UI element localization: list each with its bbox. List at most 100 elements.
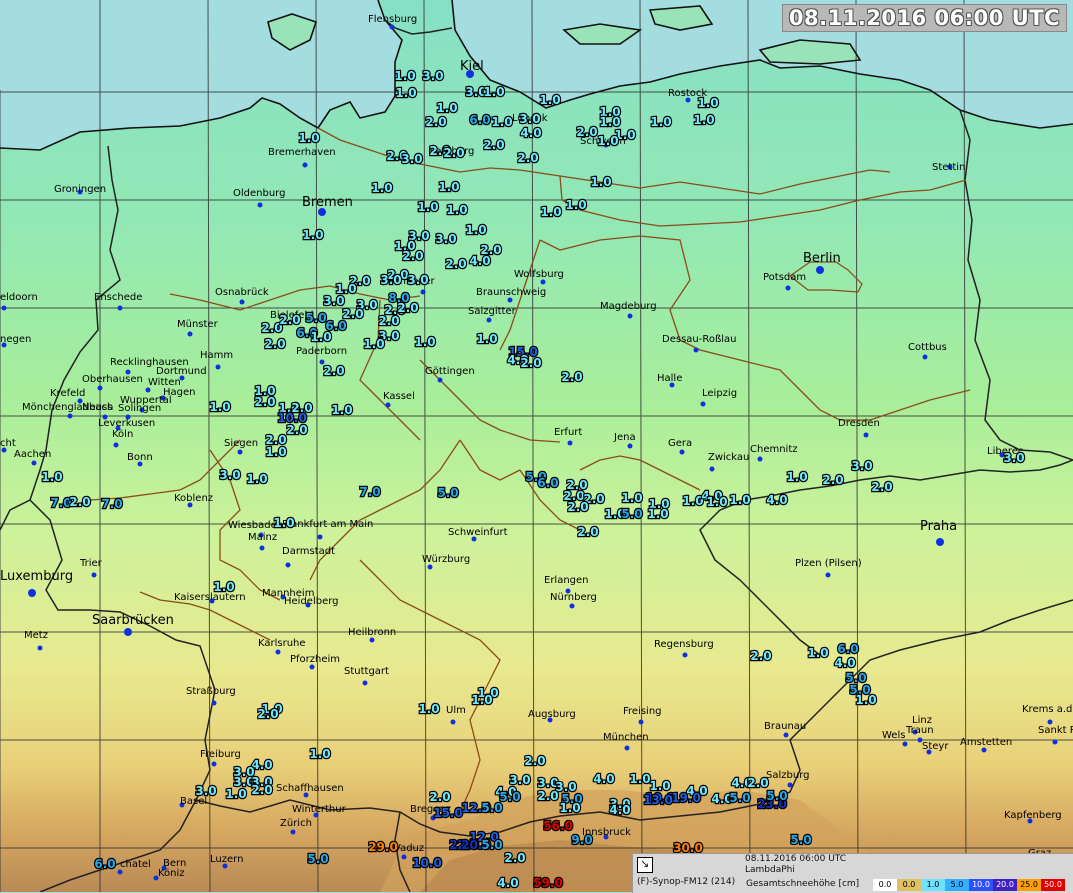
city-marker <box>567 440 573 446</box>
snow-depth-value: 1.0 <box>590 175 611 189</box>
city-marker <box>91 572 97 578</box>
city-marker <box>77 398 83 404</box>
city-label: Trier <box>79 558 103 569</box>
city-label: Jena <box>613 432 636 443</box>
snow-depth-value: 2.0 <box>254 395 275 409</box>
city-label: Wels <box>882 730 905 741</box>
city-label: Karlsruhe <box>258 638 306 649</box>
city-label: Pforzheim <box>290 654 340 665</box>
snow-depth-value: 1.0 <box>438 180 459 194</box>
city-marker <box>211 700 217 706</box>
snow-depth-value: 56.0 <box>543 819 573 833</box>
city-label: Salzgitter <box>468 306 517 317</box>
city-label: Kassel <box>383 391 415 402</box>
city-label: Darmstadt <box>282 546 335 557</box>
snow-depth-value: 1.0 <box>310 330 331 344</box>
snow-depth-value: 4.0 <box>834 656 855 670</box>
snow-depth-value: 1.0 <box>446 203 467 217</box>
snow-depth-value: 4.0 <box>469 254 490 268</box>
city-marker <box>1052 739 1058 745</box>
snow-depth-value: 2.0 <box>257 707 278 721</box>
city-marker <box>1047 719 1053 725</box>
city-label: Leipzig <box>702 388 737 399</box>
city-marker <box>783 732 789 738</box>
snow-depth-value: 13.0 <box>643 793 673 807</box>
snow-depth-value: 2.0 <box>69 495 90 509</box>
city-label: Göttingen <box>425 366 475 377</box>
snow-depth-value: 2.0 <box>747 776 768 790</box>
city-label: Freising <box>623 706 662 717</box>
city-label: Münster <box>177 319 219 330</box>
city-marker <box>427 564 433 570</box>
snow-depth-value: 5.0 <box>437 486 458 500</box>
snow-depth-value: 1.0 <box>565 198 586 212</box>
city-label: Groningen <box>54 184 106 195</box>
city-label: cht <box>0 438 16 449</box>
city-label: Siegen <box>224 438 258 449</box>
snow-depth-value: 2.0 <box>342 307 363 321</box>
snow-depth-value: 1.0 <box>302 228 323 242</box>
city-label: Bonn <box>127 452 153 463</box>
snow-depth-value: 4.0 <box>497 876 518 890</box>
snow-depth-value: 1.0 <box>465 223 486 237</box>
snow-depth-value: 1.0 <box>807 646 828 660</box>
snow-depth-value: 1.0 <box>418 702 439 716</box>
snow-depth-value: 6.0 <box>469 113 490 127</box>
snow-depth-value: 1.0 <box>483 85 504 99</box>
city-marker <box>317 534 323 540</box>
snow-depth-value: 1.0 <box>693 113 714 127</box>
city-label: Berlin <box>803 251 841 266</box>
city-label: Stuttgart <box>344 666 389 677</box>
snow-depth-value: 2.0 <box>483 138 504 152</box>
snow-depth-value: 5.0 <box>766 789 787 803</box>
snow-depth-value: 2.0 <box>524 754 545 768</box>
city-label: Plzen (Pilsen) <box>795 558 862 569</box>
snow-depth-value: 19.0 <box>671 791 701 805</box>
snow-depth-value: 2.0 <box>445 257 466 271</box>
snow-depth-value: 3.0 <box>195 784 216 798</box>
city-label: Oldenburg <box>233 188 285 199</box>
snow-depth-value: 1.0 <box>41 470 62 484</box>
city-label: Erlangen <box>544 575 589 586</box>
city-label: Salzburg <box>766 770 809 781</box>
snow-depth-value: 2.0 <box>378 314 399 328</box>
city-marker <box>37 645 43 651</box>
city-marker <box>215 364 221 370</box>
city-marker <box>922 354 928 360</box>
snow-depth-value: 2.0 <box>504 851 525 865</box>
city-label: Cottbus <box>908 342 947 353</box>
snow-depth-map: FlensburgKielRostockLübeckSchwerinHambur… <box>0 0 1073 892</box>
city-label: Metz <box>24 630 48 641</box>
city-label: Neuss <box>82 402 112 413</box>
city-label: Hamm <box>200 350 233 361</box>
snow-depth-value: 3.0 <box>407 273 428 287</box>
city-marker <box>211 761 217 767</box>
city-marker <box>285 562 291 568</box>
snow-depth-value: 2.0 <box>576 125 597 139</box>
snow-depth-value: 2.0 <box>397 301 418 315</box>
snow-depth-value: 2.0 <box>520 356 541 370</box>
snow-depth-value: 7.0 <box>359 485 380 499</box>
city-label: Magdeburg <box>600 301 657 312</box>
snow-depth-value: 1.0 <box>559 801 580 815</box>
snow-depth-value: 1.0 <box>394 69 415 83</box>
snow-depth-value: 3.0 <box>1003 451 1024 465</box>
snow-depth-value: 59.0 <box>533 876 563 890</box>
snow-depth-value: 1.0 <box>476 332 497 346</box>
snow-depth-value: 2.0 <box>264 337 285 351</box>
city-label: Koblenz <box>174 493 213 504</box>
city-marker <box>693 347 699 353</box>
city-label: Köln <box>112 429 133 440</box>
city-label: Krefeld <box>50 388 85 399</box>
legend-quantity: Gesamtschneehöhe [cm] <box>746 879 860 889</box>
snow-depth-value: 5.0 <box>305 311 326 325</box>
snow-depth-value: 6.0 <box>537 476 558 490</box>
snow-depth-value: 1.0 <box>491 115 512 129</box>
city-marker <box>145 387 151 393</box>
city-marker <box>437 377 443 383</box>
city-marker <box>385 402 391 408</box>
city-label: Augsburg <box>528 709 576 720</box>
city-marker <box>259 545 265 551</box>
snow-depth-value: 1.0 <box>647 507 668 521</box>
legend-time: 08.11.2016 06:00 UTC <box>745 854 847 864</box>
